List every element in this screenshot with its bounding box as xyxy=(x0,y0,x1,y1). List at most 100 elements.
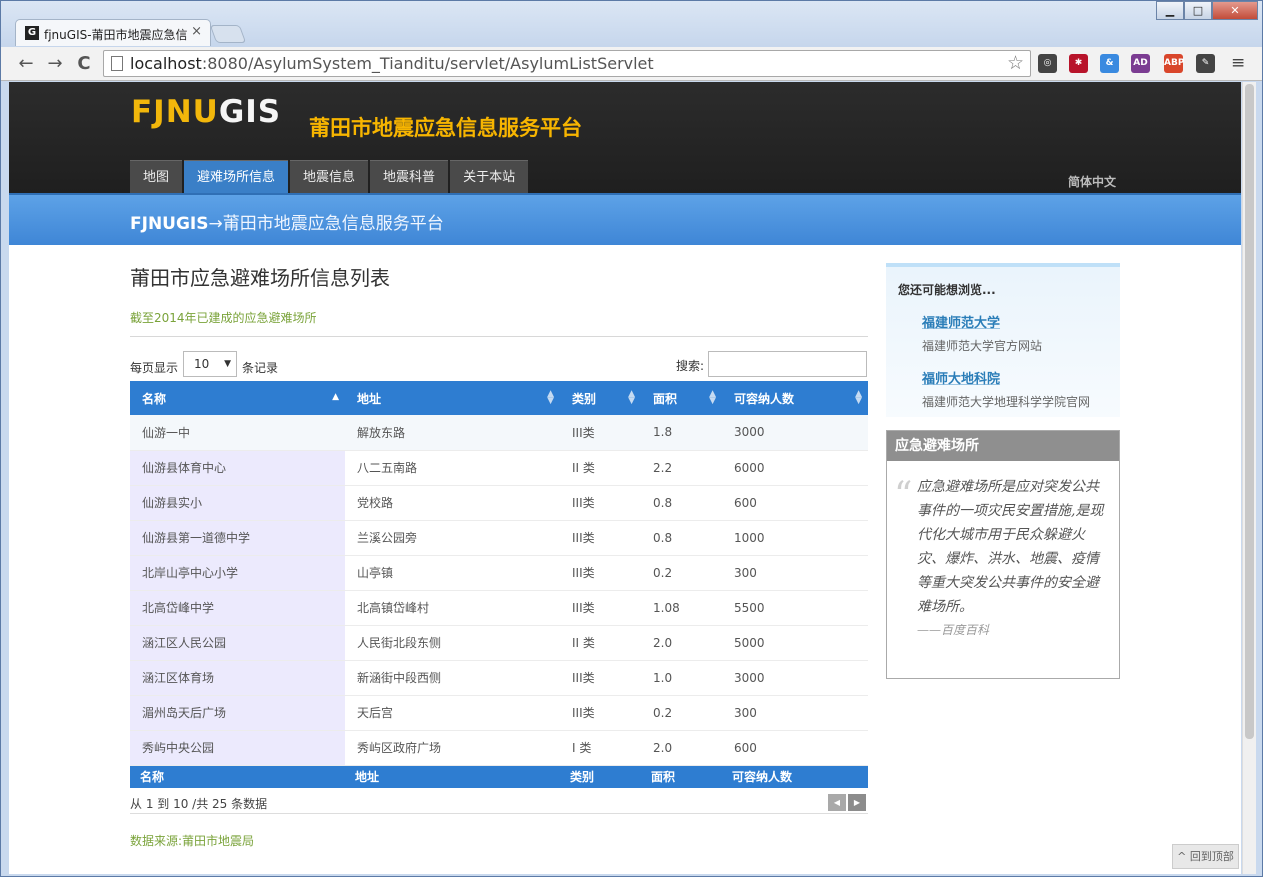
cell-name: 仙游县实小 xyxy=(130,485,345,521)
back-icon[interactable]: ← xyxy=(15,53,37,75)
favicon-icon: G xyxy=(25,26,39,40)
close-window-button[interactable]: ✕ xyxy=(1212,1,1258,20)
shelter-table: 名称 ▲ 地址 ▲ ▼ 类别 ▲ ▼ 面积 ▲ ▼ 可容纳人数 ▲ ▼ 仙游一中 解放东路 III类 1.8 30… xyxy=(130,381,868,788)
evernote-extension-icon[interactable]: ✱ xyxy=(1069,54,1088,73)
cell-category: II 类 xyxy=(560,625,641,661)
sidebar: 您还可能想浏览... 福建师范大学 福建师范大学官方网站 福师大地科院 福建师范… xyxy=(886,263,1120,679)
cell-capacity: 300 xyxy=(722,695,868,731)
table-row[interactable]: 北岸山亭中心小学 山亭镇 III类 0.2 300 xyxy=(130,555,868,591)
column-footer-area: 面积 xyxy=(641,765,722,788)
column-footer-category: 类别 xyxy=(560,765,641,788)
back-to-top-button[interactable]: ^ 回到顶部 xyxy=(1172,844,1239,869)
scrollbar-thumb[interactable] xyxy=(1245,84,1254,739)
evernote-clip-extension-icon[interactable]: ✎ xyxy=(1196,54,1215,73)
column-header-category[interactable]: 类别 ▲ ▼ xyxy=(560,381,641,415)
cell-name: 仙游县第一道德中学 xyxy=(130,520,345,556)
cell-name: 北岸山亭中心小学 xyxy=(130,555,345,591)
table-info: 从 1 到 10 /共 25 条数据 xyxy=(130,797,268,811)
new-tab-button[interactable] xyxy=(209,25,247,43)
link-fjnu[interactable]: 福建师范大学 xyxy=(922,312,1108,331)
table-row[interactable]: 涵江区人民公园 人民街北段东侧 II 类 2.0 5000 xyxy=(130,625,868,661)
main-nav: 地图 避难场所信息 地震信息 地震科普 关于本站 xyxy=(130,160,530,193)
cell-area: 0.2 xyxy=(641,555,722,591)
sort-ascending-icon[interactable]: ▲ xyxy=(332,393,339,402)
cell-capacity: 600 xyxy=(722,730,868,766)
quote-mark-icon: “ xyxy=(894,475,913,516)
language-switch[interactable]: 简体中文 xyxy=(1068,173,1116,190)
quote-title: 应急避难场所 xyxy=(887,431,1119,461)
cell-area: 2.0 xyxy=(641,625,722,661)
next-page-button[interactable]: ▶ xyxy=(848,794,866,811)
cell-address: 新涵街中段西侧 xyxy=(345,660,560,696)
table-row[interactable]: 仙游一中 解放东路 III类 1.8 3000 xyxy=(130,415,868,451)
nav-item-science[interactable]: 地震科普 xyxy=(370,160,449,193)
cell-category: III类 xyxy=(560,485,641,521)
table-row[interactable]: 仙游县第一道德中学 兰溪公园旁 III类 0.8 1000 xyxy=(130,520,868,556)
cell-name: 湄州岛天后广场 xyxy=(130,695,345,731)
forward-icon[interactable]: → xyxy=(44,53,66,75)
cell-address: 北高镇岱峰村 xyxy=(345,590,560,626)
search-input[interactable] xyxy=(708,351,867,377)
cell-address: 秀屿区政府广场 xyxy=(345,730,560,766)
minimize-button[interactable]: ▁ xyxy=(1156,1,1184,20)
page-length-suffix: 条记录 xyxy=(242,361,279,375)
url-text[interactable]: localhost:8080/AsylumSystem_Tianditu/ser… xyxy=(130,54,654,73)
page-length-label: 每页显示 xyxy=(130,361,179,375)
issuu-adblock-extension-icon[interactable]: AD xyxy=(1131,54,1150,73)
table-row[interactable]: 仙游县体育中心 八二五南路 II 类 2.2 6000 xyxy=(130,450,868,486)
nav-item-about[interactable]: 关于本站 xyxy=(450,160,529,193)
nav-item-shelters[interactable]: 避难场所信息 xyxy=(184,160,289,193)
tab-close-icon[interactable]: × xyxy=(191,24,202,39)
page-viewport: FJNUGIS 莆田市地震应急信息服务平台 地图 避难场所信息 地震信息 地震科… xyxy=(9,82,1241,874)
link-geo-college[interactable]: 福师大地科院 xyxy=(922,368,1108,387)
page-icon xyxy=(111,56,123,71)
cell-area: 0.8 xyxy=(641,520,722,556)
cell-category: III类 xyxy=(560,415,641,451)
bookmark-star-icon[interactable]: ☆ xyxy=(1007,52,1024,74)
page-scrollbar[interactable] xyxy=(1242,82,1256,874)
table-controls: 每页显示 10 ▼ 条记录 搜索: xyxy=(130,337,868,381)
nav-item-map[interactable]: 地图 xyxy=(130,160,183,193)
link-geo-college-desc: 福建师范大学地理科学学院官网 xyxy=(922,395,1091,409)
column-header-label: 名称 xyxy=(142,391,167,406)
cell-capacity: 6000 xyxy=(722,450,868,486)
column-header-address[interactable]: 地址 ▲ ▼ xyxy=(345,381,560,415)
cell-address: 兰溪公园旁 xyxy=(345,520,560,556)
steering-wheel-extension-icon[interactable]: ◎ xyxy=(1038,54,1057,73)
column-header-name[interactable]: 名称 ▲ xyxy=(130,381,345,415)
table-row[interactable]: 北高岱峰中学 北高镇岱峰村 III类 1.08 5500 xyxy=(130,590,868,626)
column-header-label: 面积 xyxy=(653,391,678,406)
browser-tab[interactable]: G fjnuGIS-莆田市地震应急信 × xyxy=(15,19,211,46)
page-length-select[interactable]: 10 ▼ xyxy=(183,351,237,377)
cell-capacity: 5000 xyxy=(722,625,868,661)
sort-icon[interactable]: ▲ ▼ xyxy=(628,390,635,406)
table-row[interactable]: 秀屿中央公园 秀屿区政府广场 I 类 2.0 600 xyxy=(130,730,868,766)
reload-icon[interactable]: C xyxy=(73,53,95,75)
breadcrumb: FJNUGIS→莆田市地震应急信息服务平台 xyxy=(130,214,444,234)
cell-name: 仙游县体育中心 xyxy=(130,450,345,486)
adblock-plus-extension-icon[interactable]: ABP xyxy=(1164,54,1184,73)
column-header-label: 类别 xyxy=(572,391,597,406)
sort-icon[interactable]: ▲ ▼ xyxy=(547,390,554,406)
nav-item-earthquake-info[interactable]: 地震信息 xyxy=(290,160,369,193)
address-bar[interactable]: localhost:8080/AsylumSystem_Tianditu/ser… xyxy=(103,50,1031,77)
table-row[interactable]: 湄州岛天后广场 天后宫 III类 0.2 300 xyxy=(130,695,868,731)
column-header-area[interactable]: 面积 ▲ ▼ xyxy=(641,381,722,415)
menu-icon[interactable]: ≡ xyxy=(1231,53,1245,73)
sort-icon[interactable]: ▲ ▼ xyxy=(709,390,716,406)
site-logo[interactable]: FJNUGIS xyxy=(131,94,281,130)
cell-capacity: 5500 xyxy=(722,590,868,626)
baidu-extension-icon[interactable]: & xyxy=(1100,54,1119,73)
link-fjnu-desc: 福建师范大学官方网站 xyxy=(922,339,1043,353)
sort-icon[interactable]: ▲ ▼ xyxy=(855,390,862,406)
table-row[interactable]: 仙游县实小 党校路 III类 0.8 600 xyxy=(130,485,868,521)
cell-capacity: 3000 xyxy=(722,415,868,451)
search-label: 搜索: xyxy=(676,359,705,373)
maximize-button[interactable]: □ xyxy=(1184,1,1212,20)
column-header-label: 地址 xyxy=(357,391,382,406)
table-row[interactable]: 涵江区体育场 新涵街中段西侧 III类 1.0 3000 xyxy=(130,660,868,696)
previous-page-button[interactable]: ◀ xyxy=(828,794,846,811)
pagination: ◀ ▶ xyxy=(826,794,866,811)
column-header-capacity[interactable]: 可容纳人数 ▲ ▼ xyxy=(722,381,868,415)
cell-category: III类 xyxy=(560,520,641,556)
